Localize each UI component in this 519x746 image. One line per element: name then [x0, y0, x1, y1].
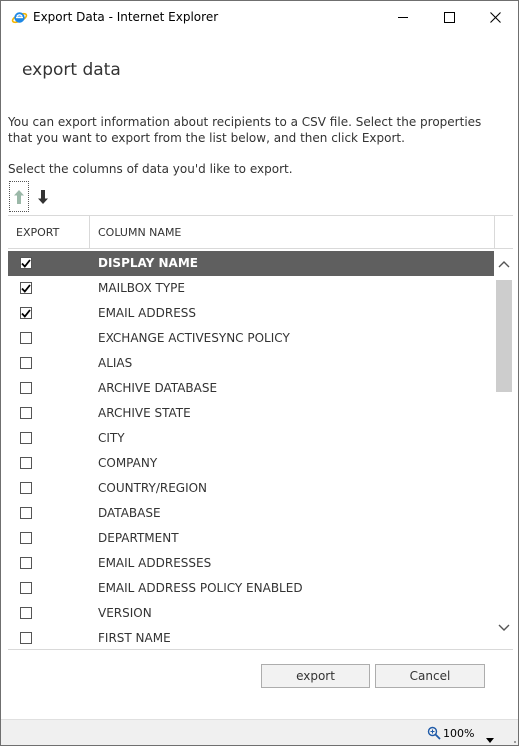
cancel-button[interactable]: Cancel [375, 664, 485, 688]
zoom-level[interactable]: 100% [443, 727, 474, 740]
checkmark-icon [21, 308, 31, 318]
status-bar: 100% [1, 719, 518, 745]
checkmark-icon [21, 283, 31, 293]
move-down-button[interactable] [33, 181, 53, 212]
column-name-label: EMAIL ADDRESS POLICY ENABLED [98, 581, 303, 595]
column-name-label: FIRST NAME [98, 631, 171, 645]
scrollbar-thumb[interactable] [496, 280, 512, 392]
table-row[interactable]: CITY [8, 426, 494, 451]
scroll-down-button[interactable] [495, 621, 513, 635]
column-name-label: VERSION [98, 606, 152, 620]
column-name-label: DISPLAY NAME [98, 256, 198, 270]
column-name-label: EXCHANGE ACTIVESYNC POLICY [98, 331, 290, 345]
table-row[interactable]: EMAIL ADDRESS POLICY ENABLED [8, 576, 494, 601]
table-row[interactable]: DATABASE [8, 501, 494, 526]
vertical-scrollbar[interactable] [495, 251, 513, 649]
export-checkbox[interactable] [20, 457, 32, 469]
export-checkbox[interactable] [20, 257, 32, 269]
export-checkbox[interactable] [20, 557, 32, 569]
arrow-down-icon [38, 189, 48, 204]
column-name-label: COUNTRY/REGION [98, 481, 208, 495]
table-row[interactable]: ALIAS [8, 351, 494, 376]
internet-explorer-icon [11, 9, 28, 26]
title-bar[interactable]: Export Data - Internet Explorer [1, 1, 518, 34]
column-name-label: CITY [98, 431, 125, 445]
chevron-up-icon [498, 261, 510, 268]
table-row[interactable]: COUNTRY/REGION [8, 476, 494, 501]
export-checkbox[interactable] [20, 532, 32, 544]
arrow-up-icon [14, 189, 24, 204]
export-button[interactable]: export [261, 664, 370, 688]
column-name-label: ALIAS [98, 356, 133, 370]
export-checkbox[interactable] [20, 332, 32, 344]
table-row[interactable]: VERSION [8, 601, 494, 626]
select-columns-label: Select the columns of data you'd like to… [8, 162, 293, 176]
column-name-label: DATABASE [98, 506, 161, 520]
export-checkbox[interactable] [20, 282, 32, 294]
page-title: export data [22, 60, 121, 80]
export-checkbox[interactable] [20, 632, 32, 644]
header-divider [89, 216, 90, 249]
resize-grip-icon[interactable] [506, 734, 516, 744]
table-row[interactable]: DISPLAY NAME [8, 251, 494, 276]
export-data-window: Export Data - Internet Explorer export d… [0, 0, 519, 746]
column-name-label: EMAIL ADDRESSES [98, 556, 212, 570]
table-row[interactable]: MAILBOX TYPE [8, 276, 494, 301]
table-row[interactable]: ARCHIVE STATE [8, 401, 494, 426]
table-row[interactable]: DEPARTMENT [8, 526, 494, 551]
column-name-label: COMPANY [98, 456, 158, 470]
column-name-label: ARCHIVE STATE [98, 406, 191, 420]
column-name-label: EMAIL ADDRESS [98, 306, 197, 320]
window-title: Export Data - Internet Explorer [33, 10, 219, 24]
zoom-icon[interactable] [427, 726, 441, 740]
export-checkbox[interactable] [20, 432, 32, 444]
checkmark-icon [21, 258, 31, 268]
chevron-down-icon [498, 624, 510, 631]
column-name-label: MAILBOX TYPE [98, 281, 185, 295]
export-checkbox[interactable] [20, 482, 32, 494]
table-row[interactable]: EMAIL ADDRESSES [8, 551, 494, 576]
grid-rows: DISPLAY NAME MAILBOX TYPE EMAIL ADDRESS EXC… [8, 251, 494, 651]
maximize-button[interactable] [426, 1, 472, 33]
columns-grid: EXPORT COLUMN NAME DISPLAY NAME MAILBOX T… [8, 215, 513, 650]
move-up-button[interactable] [9, 181, 29, 212]
export-checkbox[interactable] [20, 407, 32, 419]
table-row[interactable]: ARCHIVE DATABASE [8, 376, 494, 401]
column-name-header[interactable]: COLUMN NAME [98, 226, 181, 239]
scroll-up-button[interactable] [495, 257, 513, 271]
table-row[interactable]: EXCHANGE ACTIVESYNC POLICY [8, 326, 494, 351]
intro-text: You can export information about recipie… [8, 115, 482, 145]
zoom-dropdown-icon[interactable] [486, 730, 494, 745]
table-row[interactable]: COMPANY [8, 451, 494, 476]
column-name-label: DEPARTMENT [98, 531, 179, 545]
export-checkbox[interactable] [20, 307, 32, 319]
minimize-button[interactable] [380, 1, 426, 33]
table-row[interactable]: EMAIL ADDRESS [8, 301, 494, 326]
export-checkbox[interactable] [20, 357, 32, 369]
export-column-header[interactable]: EXPORT [16, 226, 59, 239]
export-checkbox[interactable] [20, 607, 32, 619]
export-checkbox[interactable] [20, 582, 32, 594]
table-row[interactable]: FIRST NAME [8, 626, 494, 651]
export-checkbox[interactable] [20, 382, 32, 394]
export-checkbox[interactable] [20, 507, 32, 519]
close-button[interactable] [472, 1, 518, 33]
header-divider [494, 216, 495, 249]
column-name-label: ARCHIVE DATABASE [98, 381, 218, 395]
grid-header: EXPORT COLUMN NAME [8, 215, 513, 249]
